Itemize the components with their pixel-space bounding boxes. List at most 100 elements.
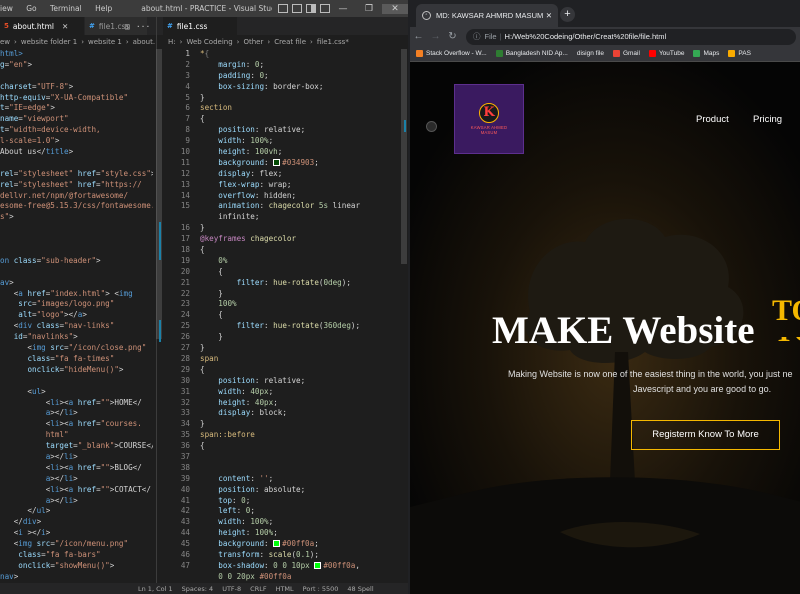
code-line[interactable]: 36{ [163,441,408,452]
code-line[interactable]: dellvr.net/npm/@fortawesome/ [0,191,153,202]
code-line[interactable]: 7{ [163,114,408,125]
code-line[interactable]: l-scale=1.0"> [0,136,153,147]
code-line[interactable]: a></li> [0,474,153,485]
left-editor-scrollbar[interactable] [156,49,162,339]
code-line[interactable]: infinite; [163,212,408,223]
code-line[interactable]: s"> [0,212,153,223]
code-line[interactable]: <i ></i> [0,528,153,539]
reload-button[interactable]: ↻ [444,31,461,42]
code-line[interactable]: charset="UTF-8"> [0,82,153,93]
status-indentation[interactable]: Spaces: 4 [182,585,214,593]
code-line[interactable] [0,234,153,245]
breadcrumb-item[interactable]: Other [243,38,263,46]
code-line[interactable]: 5} [163,93,408,104]
code-line[interactable]: 13 flex-wrap: wrap; [163,180,408,191]
code-line[interactable]: </ul> [0,506,153,517]
right-editor-scrollbar[interactable] [401,49,407,264]
code-line[interactable]: onclick="hideMenu()"> [0,365,153,376]
code-line[interactable]: 47 box-shadow: 0 0 10px #00ff0a, [163,561,408,572]
bookmark-item[interactable]: disign file [577,50,604,57]
status-language[interactable]: HTML [276,585,294,593]
code-line[interactable]: on class="sub-header"> [0,256,153,267]
code-line[interactable]: <img src="/icon/close.png" [0,343,153,354]
code-line[interactable]: src="images/logo.png" [0,299,153,310]
code-line[interactable]: 34} [163,419,408,430]
code-line[interactable]: 39 content: ''; [163,474,408,485]
bookmark-item[interactable]: Stack Overflow - W... [416,50,487,57]
code-line[interactable]: esome-free@5.15.3/css/fontawesome. [0,201,153,212]
customize-layout-icon[interactable] [320,4,330,13]
code-line[interactable]: 1 *{ [163,49,408,60]
code-line[interactable]: http-equiv="X-UA-Compatible" [0,93,153,104]
code-line[interactable]: rel="stylesheet" href="style.css"> [0,169,153,180]
status-spell[interactable]: 48 Spell [347,585,373,593]
color-swatch[interactable] [273,540,281,548]
url-text[interactable]: H:/Web%20Codeing/Other/Creat%20file/file… [505,32,667,41]
code-line[interactable]: 12 display: flex; [163,169,408,180]
menu-go[interactable]: Go [26,4,36,13]
maximize-button[interactable]: ❐ [356,4,382,14]
tab-file1-css-right[interactable]: # file1.css [163,17,237,35]
code-line[interactable]: class="fa fa-bars" [0,550,153,561]
code-line[interactable]: 30 position: relative; [163,376,408,387]
code-line[interactable]: 38 [163,463,408,474]
nav-link-product[interactable]: Product [696,114,729,125]
more-actions-icon[interactable]: ··· [136,22,150,31]
code-line[interactable]: 21 filter: hue-rotate(0deg); [163,278,408,289]
code-line[interactable]: <ul> [0,387,153,398]
code-line[interactable]: 35 span::before [163,430,408,441]
code-line[interactable]: 42 left: 0; [163,506,408,517]
code-line[interactable]: 29{ [163,365,408,376]
code-line[interactable] [0,245,153,256]
editor-left-html[interactable]: html> g="en"> charset="UTF-8"> http-equiv=… [0,49,153,583]
status-cursor-position[interactable]: Ln 1, Col 1 [138,585,173,593]
code-line[interactable]: 11 background: #034903; [163,158,408,169]
tab-about-html[interactable]: 5 about.html ✕ [0,17,84,35]
code-line[interactable]: 32 height: 40px; [163,398,408,409]
register-cta-button[interactable]: Registerm Know To More [631,420,780,450]
info-icon[interactable]: ⓘ [473,31,481,42]
bookmark-item[interactable]: Gmail [612,50,640,57]
code-line[interactable]: rel="stylesheet" href="https:// [0,180,153,191]
code-line[interactable]: About us</title> [0,147,153,158]
code-line[interactable]: 2 margin: 0; [163,60,408,71]
toggle-panel-icon[interactable] [292,4,302,13]
menu-terminal[interactable]: Terminal [50,4,82,13]
code-line[interactable]: class="fa fa-times" [0,354,153,365]
breadcrumb-item[interactable]: Web Codeing [186,38,232,46]
code-line[interactable]: t="width=device-width, [0,125,153,136]
breadcrumb-item[interactable]: H: [168,38,176,46]
close-button[interactable]: ✕ [382,3,408,14]
code-line[interactable]: alt="logo"></a> [0,310,153,321]
code-line[interactable]: <li><a href="">BLOG</ [0,463,153,474]
code-line[interactable]: 8 position: relative; [163,125,408,136]
status-encoding[interactable]: UTF-8 [222,585,241,593]
address-bar[interactable]: ⓘ File | H:/Web%20Codeing/Other/Creat%20… [466,28,796,45]
code-line[interactable]: <div class="nav-links" [0,321,153,332]
code-line[interactable]: <li><a href="courses. [0,419,153,430]
code-line[interactable]: 46 transform: scale(0.1); [163,550,408,561]
bookmark-item[interactable]: PAS [728,50,751,57]
code-line[interactable]: 6 section [163,103,408,114]
close-tab-icon[interactable]: ✕ [62,22,68,31]
code-line[interactable]: 40 position: absolute; [163,485,408,496]
code-line[interactable]: 9 width: 100%; [163,136,408,147]
code-line[interactable]: 37 [163,452,408,463]
code-line[interactable]: 10 height: 100vh; [163,147,408,158]
browser-tab[interactable]: ◦ MD: KAWSAR AHMRD MASUM ✕ [416,4,558,27]
code-line[interactable]: onclick="showMenu()"> [0,561,153,572]
code-line[interactable]: a></li> [0,452,153,463]
code-line[interactable] [0,223,153,234]
code-line[interactable]: 4 box-sizing: border-box; [163,82,408,93]
split-editor-icon[interactable]: ◫ [125,22,130,31]
status-eol[interactable]: CRLF [250,585,266,593]
breadcrumb-item[interactable]: file1.css [317,38,345,46]
code-line[interactable]: <li><a href="">COTACT</ [0,485,153,496]
bookmark-item[interactable]: Bangladesh NID Ap... [495,50,568,57]
new-tab-button[interactable]: + [560,7,575,22]
code-line[interactable]: <li><a href="">HOME</ [0,398,153,409]
code-line[interactable]: 15 animation: chagecolor 5s linear [163,201,408,212]
minimize-button[interactable]: — [330,4,356,14]
toggle-secondary-sidebar-icon[interactable] [306,4,316,13]
breadcrumb-item[interactable]: Creat file [274,38,306,46]
